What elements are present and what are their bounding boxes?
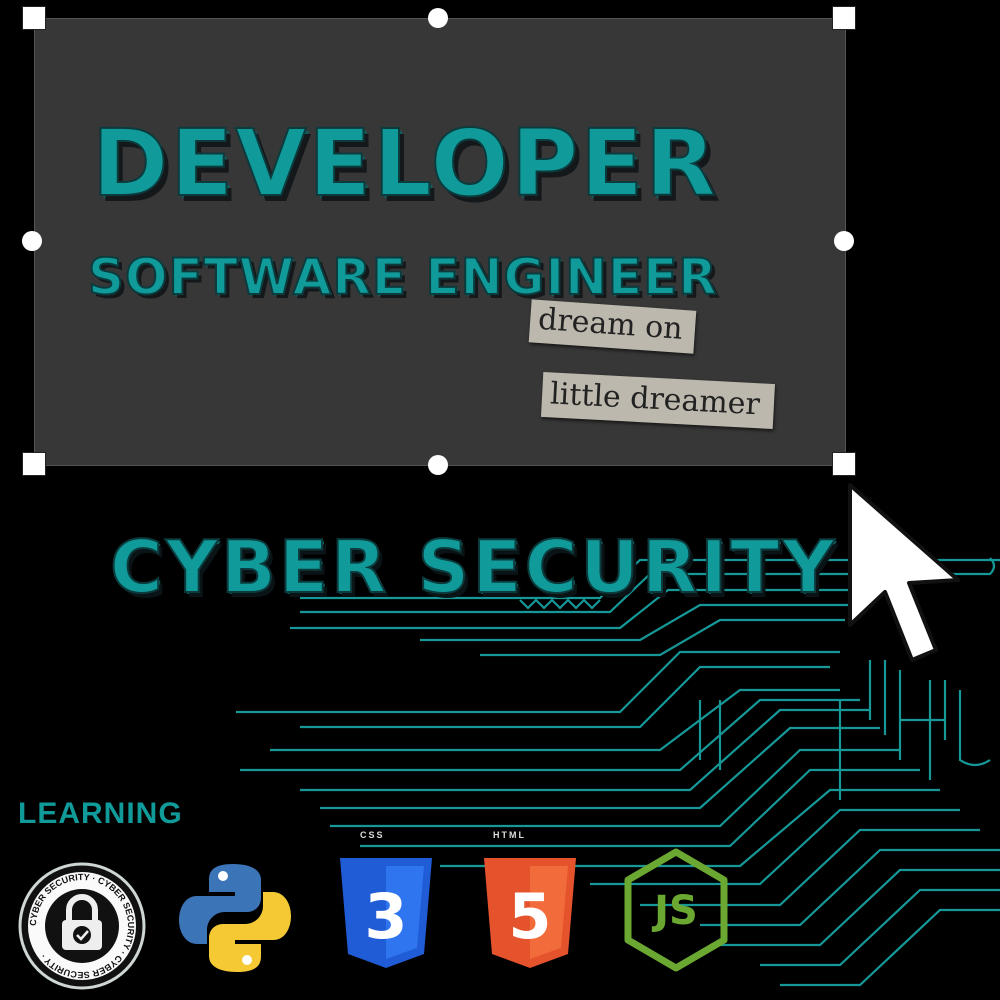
html5-digit: 5 <box>508 880 551 953</box>
resize-handle-top-left[interactable] <box>22 6 46 30</box>
resize-handle-bottom-right[interactable] <box>832 452 856 476</box>
nodejs-icon: JS <box>624 848 728 972</box>
title-developer: DEVELOPER <box>91 109 718 218</box>
html5-icon: 5 <box>484 858 576 968</box>
cursor-arrow-icon <box>848 483 960 662</box>
resize-handle-bottom-left[interactable] <box>22 452 46 476</box>
title-cyber-security: CYBER SECURITY <box>109 524 838 610</box>
resize-handle-right[interactable] <box>834 231 854 251</box>
resize-handle-bottom[interactable] <box>428 455 448 475</box>
css3-icon: 3 <box>340 858 432 968</box>
css3-digit: 3 <box>364 880 407 953</box>
resize-handle-top-right[interactable] <box>832 6 856 30</box>
title-software-engineer: SOFTWARE ENGINEER <box>87 247 718 307</box>
cyber-security-badge-icon: CYBER SECURITY · CYBER SECURITY · CYBER … <box>18 862 146 990</box>
python-icon <box>179 864 291 972</box>
resize-handle-top[interactable] <box>428 8 448 28</box>
html-label: HTML <box>493 830 526 840</box>
resize-handle-left[interactable] <box>22 231 42 251</box>
css-label: CSS <box>360 830 385 840</box>
learning-label: LEARNING <box>18 797 183 830</box>
nodejs-text: JS <box>651 888 698 934</box>
